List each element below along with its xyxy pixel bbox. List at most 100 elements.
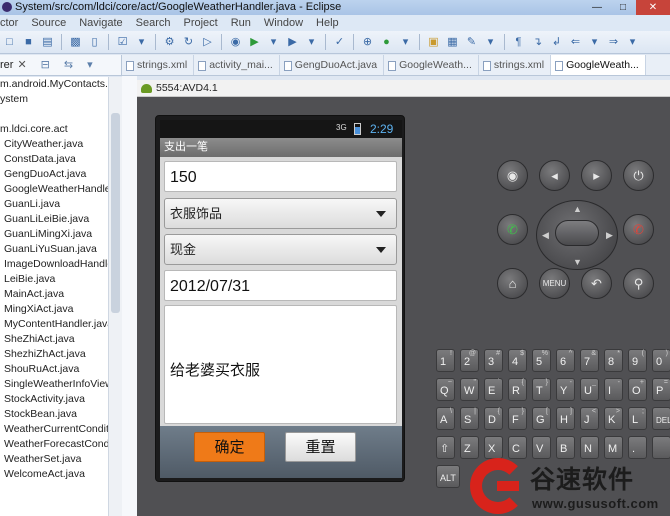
key[interactable]: O + [628, 378, 647, 401]
new-class-icon[interactable]: ● [379, 35, 394, 50]
back-nav-icon[interactable]: ⇐ [568, 35, 583, 50]
menu-help[interactable]: Help [316, 15, 339, 31]
power-icon[interactable]: ⏻ [623, 160, 654, 191]
explorer-item[interactable]: SingleWeatherInfoView [0, 377, 108, 392]
key[interactable]: 6 ^ [556, 349, 575, 372]
volume-up-icon[interactable]: ▸ [581, 160, 612, 191]
category-spinner[interactable]: 衣服饰品 [164, 198, 397, 229]
key[interactable]: 4 $ [508, 349, 527, 372]
dpad-center-button[interactable] [555, 220, 599, 246]
dpad-down-icon[interactable]: ▼ [573, 257, 582, 267]
show-whitespace-icon[interactable]: ¶ [511, 35, 526, 50]
explorer-item[interactable]: CityWeather.java [0, 137, 108, 152]
key[interactable]: D{ [484, 407, 503, 430]
run-dropdown-icon[interactable]: ▾ [266, 35, 281, 50]
explorer-item[interactable]: m.android.MyContacts.M [0, 77, 108, 92]
key[interactable]: M [604, 436, 623, 459]
close-view-icon[interactable]: ✕ [17, 59, 26, 71]
key[interactable]: U _ [580, 378, 599, 401]
key[interactable]: J < [580, 407, 599, 430]
confirm-button[interactable]: 确定 [194, 432, 265, 462]
dpad-left-icon[interactable]: ◀ [542, 230, 549, 241]
forward-nav-dropdown-icon[interactable]: ▾ [625, 35, 640, 50]
avd-manager-icon[interactable]: ▯ [87, 35, 102, 50]
key[interactable]: W " [460, 378, 479, 401]
debug-icon[interactable]: ◉ [228, 35, 243, 50]
menu-refactor[interactable]: ctor [0, 15, 18, 31]
key[interactable] [652, 436, 670, 459]
explorer-item[interactable]: MyContentHandler.java [0, 317, 108, 332]
explorer-item[interactable]: MingXiAct.java [0, 302, 108, 317]
forward-nav-icon[interactable]: ⇒ [606, 35, 621, 50]
editor-tab[interactable]: GengDuoAct.java [280, 55, 385, 75]
explorer-item[interactable]: GuanLi.java [0, 197, 108, 212]
editor-tab[interactable]: GoogleWeath... [551, 55, 646, 75]
reset-button[interactable]: 重置 [285, 432, 356, 462]
key[interactable]: 5% [532, 349, 551, 372]
back-nav-dropdown-icon[interactable]: ▾ [587, 35, 602, 50]
key[interactable]: S | [460, 407, 479, 430]
menu-navigate[interactable]: Navigate [79, 15, 122, 31]
explorer-item[interactable]: StockBean.java [0, 407, 108, 422]
key[interactable]: Z [460, 436, 479, 459]
key[interactable]: C [508, 436, 527, 459]
key[interactable]: 3 # [484, 349, 503, 372]
volume-down-icon[interactable]: ◂ [539, 160, 570, 191]
back-icon[interactable]: ↶ [581, 268, 612, 299]
menu-button[interactable]: MENU [539, 268, 570, 299]
explorer-item[interactable]: GengDuoAct.java [0, 167, 108, 182]
alt-key[interactable]: ALT [436, 465, 460, 488]
explorer-item[interactable]: m.ldci.core.act [0, 122, 108, 137]
key[interactable]: DEL [652, 407, 670, 430]
pencil-icon[interactable]: ✎ [464, 35, 479, 50]
run-icon[interactable]: ▶ [247, 35, 262, 50]
explorer-item[interactable]: WeatherCurrentConditi [0, 422, 108, 437]
key[interactable]: . [628, 436, 647, 459]
key[interactable]: 0) [652, 349, 670, 372]
explorer-item[interactable]: ShouRuAct.java [0, 362, 108, 377]
key[interactable]: Q ~ [436, 378, 455, 401]
explorer-scrollbar[interactable] [108, 77, 122, 516]
key[interactable]: T} [532, 378, 551, 401]
view-menu-icon[interactable]: ▾ [87, 59, 93, 71]
coverage-icon[interactable]: ▶ [285, 35, 300, 50]
key[interactable]: Y- [556, 378, 575, 401]
menu-source[interactable]: Source [31, 15, 66, 31]
explorer-item[interactable]: GuanLiYuSuan.java [0, 242, 108, 257]
date-field[interactable]: 2012/07/31 [164, 270, 397, 301]
menu-search[interactable]: Search [136, 15, 171, 31]
explorer-item[interactable] [0, 107, 108, 122]
explorer-item[interactable]: ShezhiZhAct.java [0, 347, 108, 362]
explorer-item[interactable]: SheZhiAct.java [0, 332, 108, 347]
key[interactable]: 2 @ [460, 349, 479, 372]
key[interactable]: 9( [628, 349, 647, 372]
explorer-item[interactable]: ConstData.java [0, 152, 108, 167]
menu-project[interactable]: Project [183, 15, 217, 31]
minimize-button[interactable]: — [584, 0, 610, 15]
amount-field[interactable]: 150 [164, 161, 397, 192]
menu-window[interactable]: Window [264, 15, 303, 31]
menu-run[interactable]: Run [231, 15, 251, 31]
dpad-up-icon[interactable]: ▲ [573, 204, 582, 214]
explorer-item[interactable]: WeatherForecastCondit [0, 437, 108, 452]
key[interactable]: P = [652, 378, 670, 401]
key[interactable]: R{ [508, 378, 527, 401]
link-editor-icon[interactable]: ⇆ [64, 59, 73, 71]
refresh-icon[interactable]: ↻ [181, 35, 196, 50]
explorer-item[interactable]: StockActivity.java [0, 392, 108, 407]
dpad-right-icon[interactable]: ▶ [606, 230, 613, 241]
explorer-item[interactable]: WelcomeAct.java [0, 467, 108, 482]
save-icon[interactable]: ■ [21, 35, 36, 50]
end-call-icon[interactable]: ✆ [623, 214, 654, 245]
explorer-item[interactable]: ImageDownloadHandle [0, 257, 108, 272]
task-icon[interactable]: ☑ [115, 35, 130, 50]
key[interactable]: I- [604, 378, 623, 401]
key[interactable]: L; [628, 407, 647, 430]
camera-icon[interactable]: ◉ [497, 160, 528, 191]
key[interactable]: V [532, 436, 551, 459]
key[interactable]: 1! [436, 349, 455, 372]
call-icon[interactable]: ✆ [497, 214, 528, 245]
editor-tab[interactable]: strings.xml [122, 55, 195, 75]
key[interactable]: X [484, 436, 503, 459]
close-window-button[interactable]: ✕ [636, 0, 670, 15]
